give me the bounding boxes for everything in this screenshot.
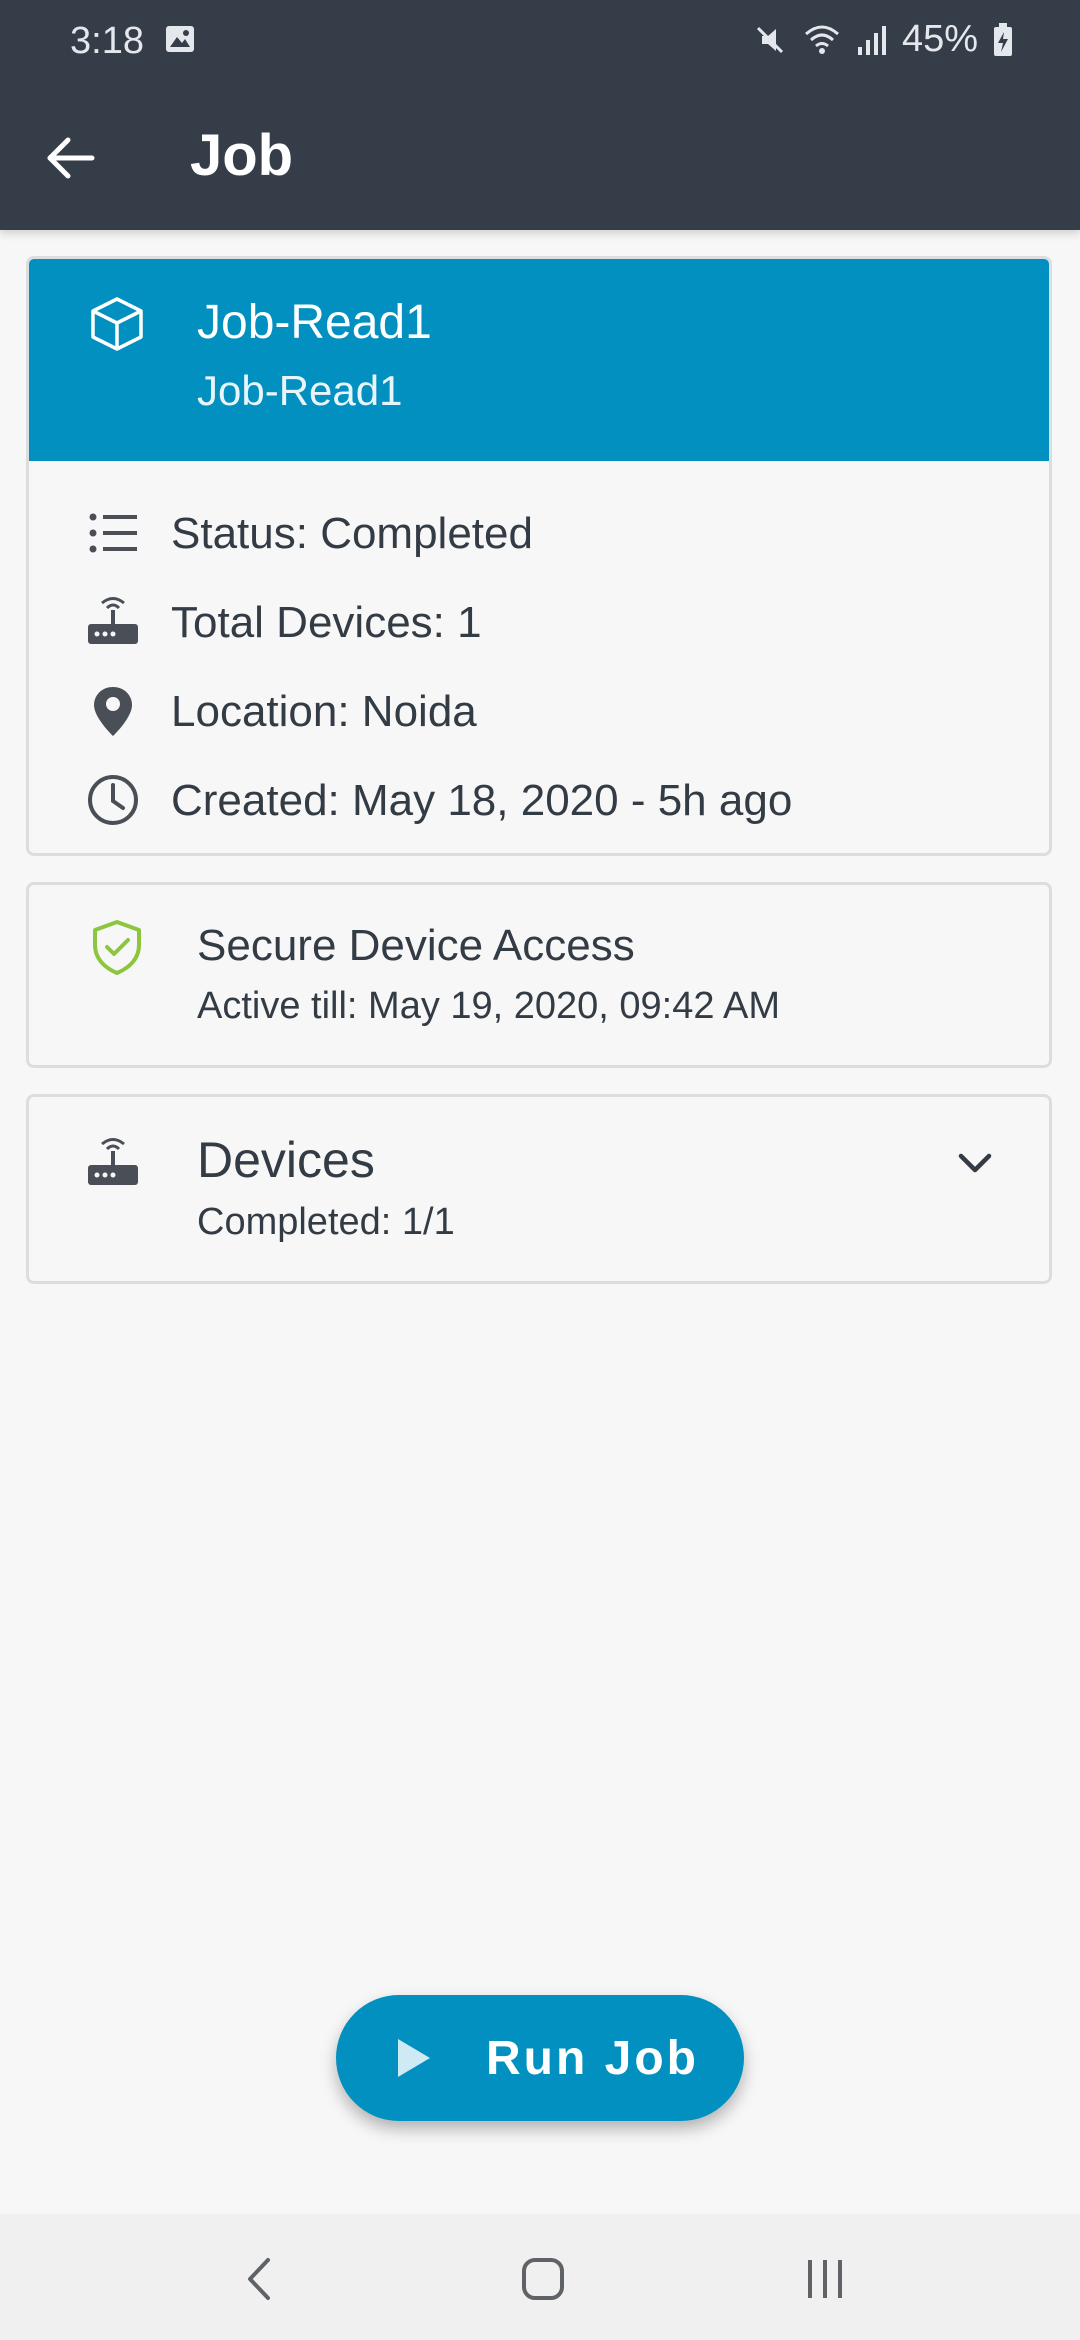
list-icon	[85, 505, 141, 561]
detail-location: Location: Noida	[29, 669, 1049, 758]
run-job-label: Run Job	[486, 2032, 699, 2085]
signal-icon	[856, 23, 888, 57]
status-time: 3:18	[70, 20, 144, 62]
mute-icon	[752, 22, 788, 58]
secure-access-active-till: Active till: May 19, 2020, 09:42 AM	[197, 985, 780, 1027]
run-job-button[interactable]: Run Job	[336, 1995, 744, 2121]
shield-check-icon	[87, 917, 147, 977]
nav-home-icon[interactable]	[518, 2254, 568, 2304]
created-text: Created: May 18, 2020 - 5h ago	[171, 776, 793, 825]
page-title: Job	[190, 123, 294, 188]
total-devices-text: Total Devices: 1	[171, 598, 482, 647]
detail-status: Status: Completed	[29, 491, 1049, 580]
secure-access-card[interactable]: Secure Device Access Active till: May 19…	[26, 882, 1052, 1068]
status-icons: 45%	[752, 18, 1014, 61]
location-text: Location: Noida	[171, 687, 477, 736]
status-text: Status: Completed	[171, 509, 533, 558]
chevron-down-icon[interactable]	[953, 1141, 997, 1185]
job-details: Status: Completed Total Devices: 1 Locat…	[29, 461, 1049, 847]
devices-card[interactable]: Devices Completed: 1/1	[26, 1094, 1052, 1284]
job-header: Job-Read1 Job-Read1	[29, 259, 1049, 461]
app-bar: Job	[0, 82, 1080, 230]
nav-recents-icon[interactable]	[800, 2254, 850, 2304]
devices-completed: Completed: 1/1	[197, 1201, 455, 1243]
image-notification-icon	[164, 22, 196, 54]
router-icon	[85, 1135, 141, 1191]
play-icon	[394, 2035, 434, 2081]
router-icon	[85, 594, 141, 650]
clock-icon	[85, 772, 141, 828]
arrow-left-icon[interactable]	[42, 128, 102, 188]
cube-icon	[89, 295, 145, 351]
detail-total-devices: Total Devices: 1	[29, 580, 1049, 669]
battery-percent: 45%	[901, 18, 978, 60]
detail-created: Created: May 18, 2020 - 5h ago	[29, 758, 1049, 847]
nav-back-icon[interactable]	[236, 2254, 286, 2304]
status-bar: 3:18 45%	[0, 0, 1080, 82]
job-card: Job-Read1 Job-Read1 Status: Completed To…	[26, 256, 1052, 856]
battery-charging-icon	[992, 22, 1014, 58]
wifi-icon	[802, 22, 842, 58]
location-pin-icon	[85, 683, 141, 739]
job-subtitle: Job-Read1	[197, 367, 403, 414]
system-nav-bar	[0, 2214, 1080, 2340]
job-name: Job-Read1	[197, 296, 432, 349]
devices-title: Devices	[197, 1132, 375, 1188]
secure-access-title: Secure Device Access	[197, 921, 635, 970]
